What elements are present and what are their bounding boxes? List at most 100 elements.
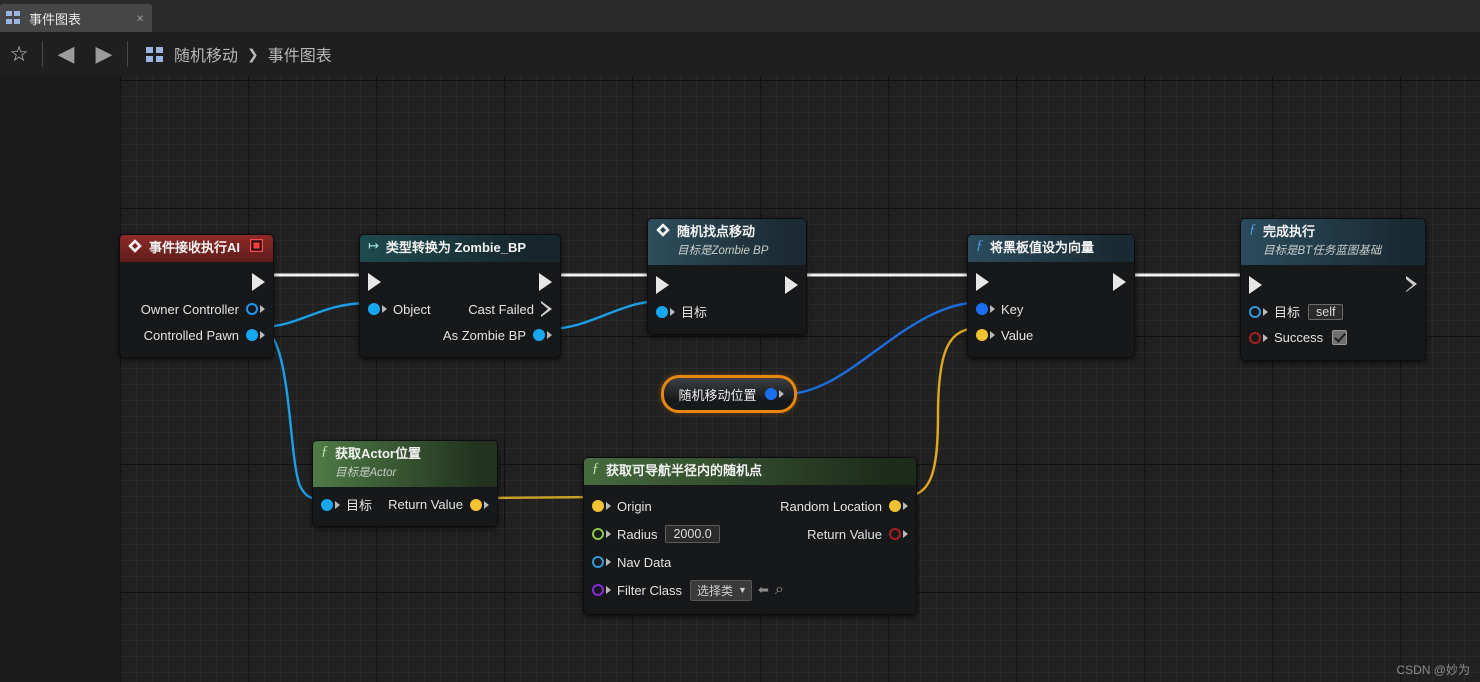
exec-input-pin[interactable] [1241,275,1262,294]
pin-row-success[interactable]: Success [1241,325,1425,351]
exec-input-pin[interactable] [648,275,669,294]
exec-pin-icon [785,275,798,294]
as-zombie-bp-output[interactable]: As Zombie BP [443,328,560,343]
node-set-blackboard-value-as-vector[interactable]: ƒ 将黑板值设为向量 Key Value [967,234,1135,359]
target-input[interactable]: 目标 [648,302,707,321]
pin-arrow-icon [903,530,908,539]
random-location-output[interactable]: Random Location [780,499,916,514]
pin-row-target-return[interactable]: 目标 Return Value [313,492,497,518]
canvas-left-margin [0,76,120,682]
node-header: ƒ 获取可导航半径内的随机点 [584,458,916,486]
node-finish-execute[interactable]: ƒ 完成执行 目标是BT任务蓝图基础 目标 self Success [1240,218,1426,361]
back-button[interactable]: ◀ [47,32,85,76]
node-event-receive-execute-ai[interactable]: 事件接收执行AI Owner Controller Controlled Paw… [119,234,274,359]
favorite-button[interactable]: ☆ [0,32,38,76]
pin-label: Value [1001,327,1034,343]
pin-row-exec[interactable] [1241,271,1425,299]
node-title: 类型转换为 Zombie_BP [385,240,527,255]
chevron-down-icon: ▼ [738,585,747,596]
exec-output-pin[interactable] [252,273,273,292]
owner-controller-output[interactable]: Owner Controller [141,302,273,317]
return-value-output[interactable]: Return Value [807,527,916,542]
node-random-find-point-move[interactable]: 随机找点移动 目标是Zombie BP 目标 [647,218,807,335]
pin-row-exec[interactable] [360,268,560,296]
pin-arrow-icon [990,305,995,314]
pin-row-owner-controller[interactable]: Owner Controller [120,296,273,322]
pin-row-exec-out[interactable] [120,268,273,296]
return-value-output[interactable]: Return Value [388,497,497,512]
pin-row-target[interactable]: 目标 self [1241,299,1425,325]
pin-arrow-icon [1263,307,1268,316]
target-input[interactable]: 目标 [313,495,372,514]
pin-row-exec[interactable] [968,268,1134,296]
exec-output-pin[interactable] [539,273,560,292]
pin-row-value[interactable]: Value [968,322,1134,348]
success-checkbox[interactable] [1332,330,1348,346]
key-input[interactable]: Key [968,302,1023,317]
exec-output-pin[interactable] [785,275,806,294]
object-pin-icon [321,498,333,511]
node-get-random-point-in-navigable-radius[interactable]: ƒ 获取可导航半径内的随机点 Origin Random Location Ra… [583,457,917,616]
bool-pin-icon [889,528,901,541]
pin-row-nav-data[interactable]: Nav Data [584,548,916,576]
exec-output-pin[interactable] [1113,273,1134,292]
radius-input[interactable]: Radius 2000.0 [584,525,720,544]
pin-row-filter-class[interactable]: Filter Class 选择类 ▼ ⬅ ⌕ [584,576,916,604]
pin-arrow-icon [260,305,265,314]
value-input[interactable]: Value [968,328,1033,343]
exec-input-pin[interactable] [360,273,381,292]
tab-event-graph[interactable]: 事件图表 × [0,4,152,32]
pin-row-controlled-pawn[interactable]: Controlled Pawn [120,322,273,348]
function-f-icon: ƒ [592,461,599,476]
exec-pin-icon [252,273,265,292]
node-body: 目标 Return Value [313,487,497,526]
tab-strip: 事件图表 × [0,0,1480,32]
pin-arrow-icon [606,502,611,511]
pin-row-origin[interactable]: Origin Random Location [584,492,916,520]
node-variable-random-move-location[interactable]: 随机移动位置 [661,375,797,413]
pin-row-target[interactable]: 目标 [648,299,806,325]
search-icon[interactable]: ⌕ [775,581,784,599]
cast-failed-output[interactable]: Cast Failed [468,300,560,318]
diamond-event-icon [128,239,142,257]
pin-row-object[interactable]: Object Cast Failed [360,296,560,322]
target-self-value[interactable]: self [1308,303,1344,320]
radius-value-input[interactable]: 2000.0 [665,525,720,544]
node-cast-to-zombie-bp[interactable]: ↦ 类型转换为 Zombie_BP Object Cast Failed As … [359,234,561,359]
struct-pin-icon [592,500,604,513]
pin-row-as-zombie-bp[interactable]: As Zombie BP [360,322,560,348]
node-title: 完成执行 目标是BT任务蓝图基础 [1263,224,1382,258]
exec-pin-icon [976,273,989,292]
exec-output-pin[interactable] [1406,276,1425,293]
forward-button[interactable]: ▶ [85,32,123,76]
breadcrumb-item-blueprint[interactable]: 随机移动 [174,42,238,66]
object-input[interactable]: Object [360,302,431,317]
nav-data-input[interactable]: Nav Data [584,555,671,570]
exec-pin-icon [1249,275,1262,294]
target-input[interactable]: 目标 self [1241,302,1344,321]
object-pin-icon [368,303,380,316]
node-header: 随机找点移动 目标是Zombie BP [648,219,806,265]
origin-input[interactable]: Origin [584,499,652,514]
graph-canvas[interactable]: 事件接收执行AI Owner Controller Controlled Paw… [0,76,1480,682]
pin-label: Owner Controller [140,301,239,317]
struct-pin-icon [976,329,988,342]
breadcrumb-item-graph[interactable]: 事件图表 [268,42,332,66]
pin-row-key[interactable]: Key [968,296,1134,322]
object-pin-icon [533,329,545,342]
pin-arrow-icon [778,390,784,398]
pin-row-radius[interactable]: Radius 2000.0 Return Value [584,520,916,548]
pin-arrow-icon [484,500,489,509]
pin-label: Object [393,301,431,317]
controlled-pawn-output[interactable]: Controlled Pawn [144,328,273,343]
browse-back-icon[interactable]: ⬅ [758,582,769,598]
close-icon[interactable]: × [136,12,144,25]
filter-class-dropdown[interactable]: 选择类 ▼ [690,579,752,601]
pin-label: Success [1274,330,1324,346]
node-get-actor-location[interactable]: ƒ 获取Actor位置 目标是Actor 目标 Return Value [312,440,498,527]
pin-row-exec[interactable] [648,271,806,299]
filter-class-input[interactable]: Filter Class 选择类 ▼ ⬅ ⌕ [584,579,784,601]
success-input[interactable]: Success [1241,330,1348,346]
exec-input-pin[interactable] [968,273,989,292]
node-title: 将黑板值设为向量 [990,240,1095,255]
